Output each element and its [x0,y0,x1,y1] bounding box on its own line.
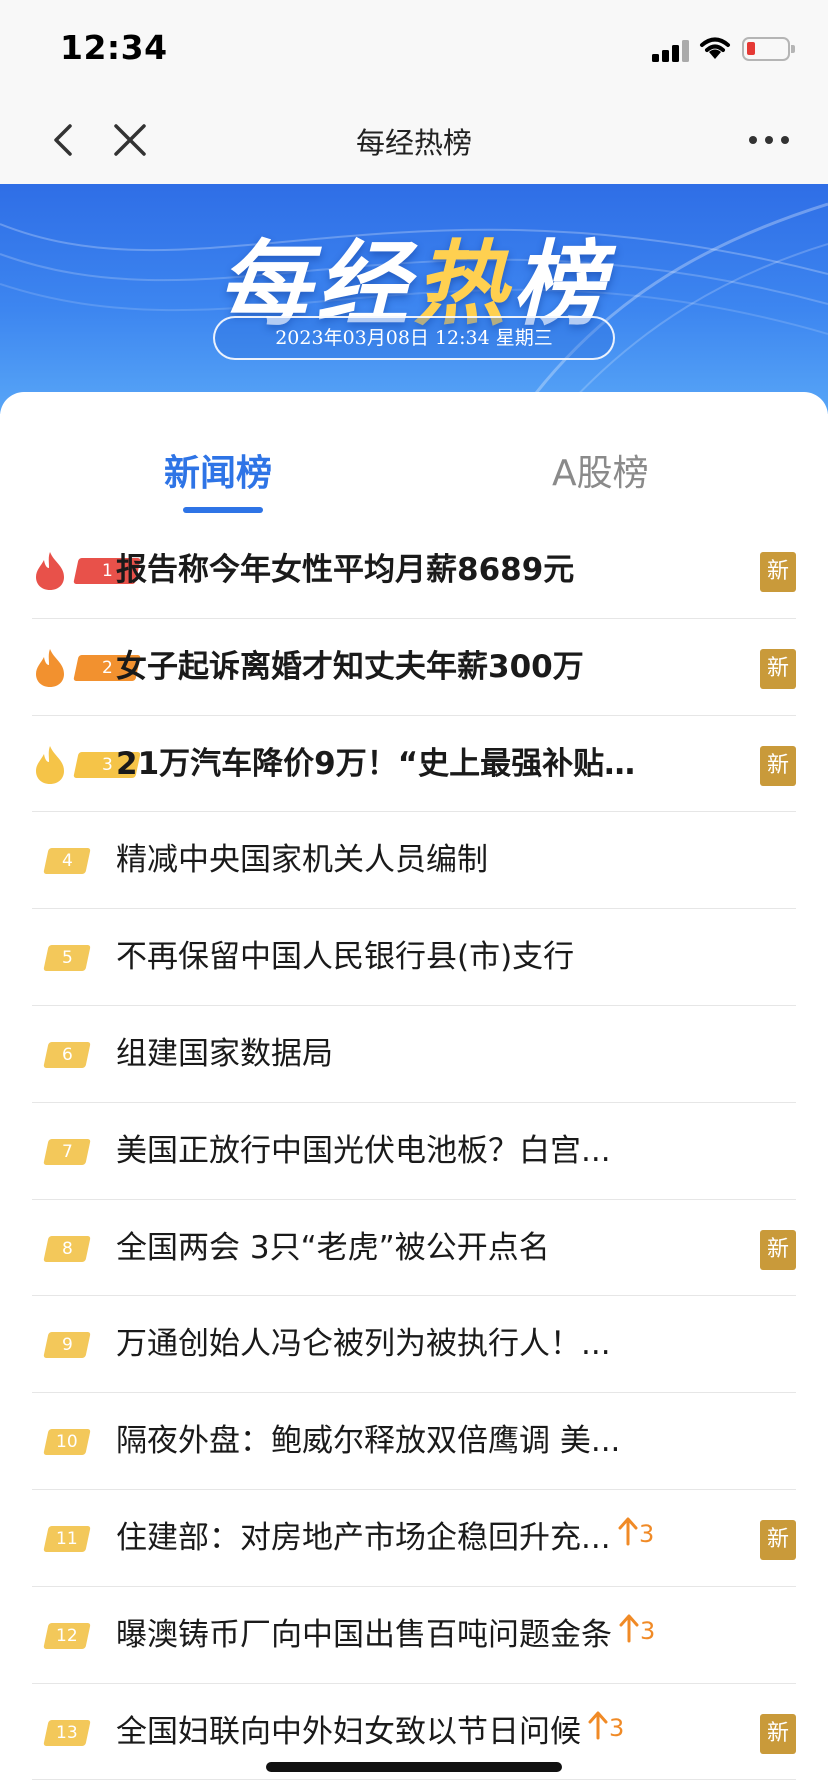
new-badge: 新 [760,1229,796,1270]
rank-badge: 7 [43,1138,91,1165]
headline-text[interactable]: 女子起诉离婚才知丈夫年薪300万 [116,643,584,691]
status-time: 12:34 [60,28,168,67]
trend-up-indicator: 3 [617,1516,654,1556]
rank-badge: 11 [43,1525,91,1552]
headline-text[interactable]: 美国正放行中国光伏电池板？白宫... [116,1127,611,1175]
nav-bar: 每经热榜 [0,96,828,184]
home-indicator [266,1762,562,1772]
active-tab-indicator [183,507,263,513]
headline-text[interactable]: 不再保留中国人民银行县(市)支行 [116,933,574,981]
hot-list: 1 报告称今年女性平均月薪8689元新 2 女子起诉离婚才知丈夫年薪300万新 3 21万… [32,522,796,1781]
arrow-up-icon [588,1711,608,1740]
list-item[interactable]: 7 美国正放行中国光伏电池板？白宫... [32,1103,796,1200]
new-badge: 新 [760,1713,796,1754]
flame-icon [36,552,64,590]
rank-badge: 10 [43,1429,91,1456]
headline-text[interactable]: 万通创始人冯仑被列为被执行人！... [116,1320,611,1368]
flame-icon [36,648,64,687]
rank-number: 3 [101,754,113,775]
list-item[interactable]: 8 全国两会 3只“老虎”被公开点名 新 [32,1200,796,1297]
ranking-card: 新闻榜 A股榜 1 报告称今年女性平均月薪8689元新 2 女子起诉离婚才知丈夫年薪3… [0,392,828,1792]
rank-number: 6 [61,1044,73,1065]
list-item[interactable]: 9 万通创始人冯仑被列为被执行人！... [32,1296,796,1394]
headline-text[interactable]: 住建部：对房地产市场企稳回升充... [116,1514,611,1562]
headline-text[interactable]: 组建国家数据局 [116,1030,333,1078]
wifi-icon [700,37,730,59]
more-icon[interactable] [744,116,794,164]
trend-up-indicator: 3 [618,1613,655,1653]
rank-badge: 4 [43,848,91,875]
tab-bar: 新闻榜 A股榜 [0,392,828,522]
rank-badge: 8 [43,1235,91,1262]
trend-up-indicator: 3 [587,1710,624,1750]
new-badge: 新 [760,745,796,786]
list-item[interactable]: 11 住建部：对房地产市场企稳回升充... 3 新 [32,1490,796,1587]
list-item[interactable]: 6 组建国家数据局 [32,1006,796,1103]
rank-number: 4 [61,851,73,872]
headline-text[interactable]: 报告称今年女性平均月薪8689元 [116,546,574,594]
new-badge: 新 [760,1519,796,1560]
list-item[interactable]: 5 不再保留中国人民银行县(市)支行 [32,909,796,1006]
headline-text[interactable]: 精减中央国家机关人员编制 [116,836,488,884]
battery-icon [742,37,795,61]
list-item[interactable]: 3 21万汽车降价9万！“史上最强补贴... 新 [32,716,796,813]
rank-badge: 13 [43,1719,91,1746]
rank-number: 11 [56,1528,78,1549]
tab-a-stock[interactable]: A股榜 [552,444,649,496]
list-item[interactable]: 10 隔夜外盘：鲍威尔释放双倍鹰调 美... [32,1393,796,1490]
banner-datetime: 2023年03月08日 12:34 星期三 [213,316,615,360]
hero-banner: 每经热榜 2023年03月08日 12:34 星期三 [0,184,828,414]
rank-badge: 9 [43,1332,91,1359]
new-badge: 新 [760,648,796,689]
arrow-up-icon [619,1614,639,1643]
rank-number: 12 [56,1625,78,1646]
rank-number: 5 [61,948,73,969]
list-item[interactable]: 4 精减中央国家机关人员编制 [32,812,796,910]
status-bar: 12:34 [0,0,828,96]
headline-text[interactable]: 曝澳铸币厂向中国出售百吨问题金条 [116,1611,612,1659]
rank-number: 10 [56,1432,78,1453]
headline-text[interactable]: 隔夜外盘：鲍威尔释放双倍鹰调 美... [116,1417,620,1465]
page-title: 每经热榜 [355,126,472,160]
rank-badge: 5 [43,945,91,972]
rank-number: 13 [56,1722,78,1743]
rank-number: 1 [101,561,113,581]
trend-value: 3 [609,1713,625,1742]
trend-value: 3 [640,1616,656,1645]
rank-number: 7 [61,1141,73,1162]
list-item[interactable]: 2 女子起诉离婚才知丈夫年薪300万 新 [32,619,796,716]
rank-badge: 12 [43,1622,91,1649]
rank-number: 2 [101,657,113,678]
list-item[interactable]: 12 曝澳铸币厂向中国出售百吨问题金条 3 [32,1587,796,1684]
headline-text[interactable]: 21万汽车降价9万！“史上最强补贴... [116,740,636,788]
rank-number: 8 [61,1238,73,1259]
new-badge: 新 [760,552,796,592]
list-item[interactable]: 1 报告称今年女性平均月薪8689元 新 [32,522,796,619]
rank-number: 9 [61,1335,73,1356]
trend-value: 3 [639,1519,655,1548]
cellular-signal-icon [652,40,690,62]
flame-icon [36,745,64,784]
headline-text[interactable]: 全国两会 3只“老虎”被公开点名 [116,1224,550,1272]
arrow-up-icon [618,1517,638,1546]
headline-text[interactable]: 全国妇联向中外妇女致以节日问候 [116,1708,581,1756]
tab-news[interactable]: 新闻榜 [164,444,272,496]
rank-badge: 6 [43,1041,91,1068]
